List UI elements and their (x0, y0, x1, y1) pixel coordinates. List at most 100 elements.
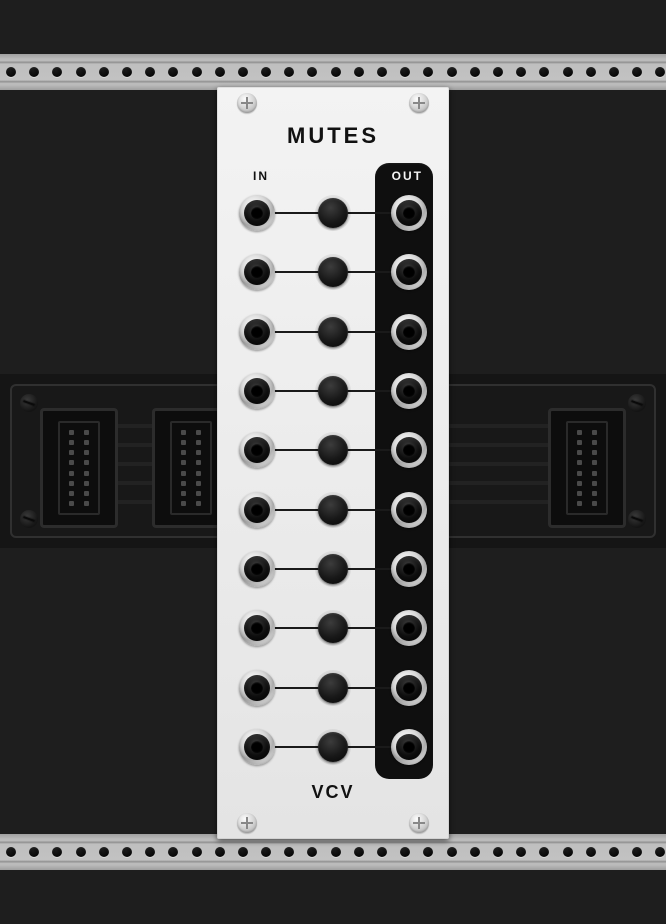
module-mutes[interactable]: MUTES VCV IN OUT (217, 87, 449, 839)
channel-row (239, 250, 427, 294)
input-jack[interactable] (239, 195, 275, 231)
rack-rail-top (0, 54, 666, 90)
rail-hole (284, 847, 294, 857)
rail-hole (29, 67, 39, 77)
bus-connector-left-1 (40, 408, 118, 528)
rail-hole (76, 67, 86, 77)
busboard-screw-icon (20, 510, 38, 528)
rack-rail-bottom (0, 834, 666, 870)
rail-hole (122, 67, 132, 77)
rail-hole (516, 847, 526, 857)
panel-screw-icon (409, 813, 429, 833)
rail-hole (6, 847, 16, 857)
rail-hole (377, 67, 387, 77)
rail-hole (539, 847, 549, 857)
output-jack[interactable] (391, 373, 427, 409)
rail-hole (284, 67, 294, 77)
rail-hole (447, 847, 457, 857)
rail-hole (261, 847, 271, 857)
rail-hole (563, 847, 573, 857)
input-jack[interactable] (239, 373, 275, 409)
input-jack[interactable] (239, 314, 275, 350)
channel-row (239, 428, 427, 472)
mute-button[interactable] (318, 732, 348, 762)
rail-hole (261, 67, 271, 77)
output-jack[interactable] (391, 195, 427, 231)
rail-hole (29, 847, 39, 857)
rail-hole (122, 847, 132, 857)
rail-hole (307, 847, 317, 857)
channel-row (239, 310, 427, 354)
input-jack[interactable] (239, 432, 275, 468)
input-jack[interactable] (239, 670, 275, 706)
rail-hole (609, 847, 619, 857)
rail-hole (470, 67, 480, 77)
rail-hole (192, 67, 202, 77)
channel-row (239, 606, 427, 650)
connector-pins (566, 421, 608, 515)
connector-pins (58, 421, 100, 515)
input-jack[interactable] (239, 254, 275, 290)
output-jack[interactable] (391, 610, 427, 646)
output-jack[interactable] (391, 254, 427, 290)
input-jack[interactable] (239, 551, 275, 587)
rail-hole (52, 847, 62, 857)
channel-row (239, 191, 427, 235)
rail-hole (539, 67, 549, 77)
channel-row (239, 488, 427, 532)
rail-hole (145, 847, 155, 857)
mute-button[interactable] (318, 673, 348, 703)
input-jack[interactable] (239, 729, 275, 765)
panel-screw-icon (237, 93, 257, 113)
rail-hole (168, 67, 178, 77)
rail-hole (447, 67, 457, 77)
mute-button[interactable] (318, 435, 348, 465)
rail-hole (586, 847, 596, 857)
output-jack[interactable] (391, 551, 427, 587)
busboard-screw-icon (628, 510, 646, 528)
rail-hole (52, 67, 62, 77)
rail-hole (307, 67, 317, 77)
input-jack[interactable] (239, 610, 275, 646)
output-jack[interactable] (391, 314, 427, 350)
rail-hole (168, 847, 178, 857)
label-in: IN (253, 169, 269, 183)
output-jack[interactable] (391, 432, 427, 468)
rail-hole (215, 847, 225, 857)
rail-hole (400, 67, 410, 77)
mute-button[interactable] (318, 198, 348, 228)
panel-screw-icon (237, 813, 257, 833)
mute-button[interactable] (318, 376, 348, 406)
rail-hole (238, 67, 248, 77)
rail-hole (377, 847, 387, 857)
mute-button[interactable] (318, 257, 348, 287)
mute-button[interactable] (318, 495, 348, 525)
rail-hole (470, 847, 480, 857)
rail-hole (76, 847, 86, 857)
rail-hole (563, 67, 573, 77)
channel-row (239, 369, 427, 413)
busboard-screw-icon (20, 394, 38, 412)
mute-button[interactable] (318, 317, 348, 347)
rail-hole (331, 847, 341, 857)
panel-screw-icon (409, 93, 429, 113)
input-jack[interactable] (239, 492, 275, 528)
connector-pins (170, 421, 212, 515)
module-title: MUTES (217, 123, 449, 149)
output-jack[interactable] (391, 729, 427, 765)
channel-rows (239, 191, 427, 769)
channel-row (239, 666, 427, 710)
rail-hole (609, 67, 619, 77)
mute-button[interactable] (318, 613, 348, 643)
rail-hole (192, 847, 202, 857)
rail-hole (331, 67, 341, 77)
rail-hole (655, 67, 665, 77)
rail-hole (238, 847, 248, 857)
mute-button[interactable] (318, 554, 348, 584)
output-jack[interactable] (391, 670, 427, 706)
rail-hole (516, 67, 526, 77)
output-jack[interactable] (391, 492, 427, 528)
rail-hole (632, 847, 642, 857)
rail-hole (493, 847, 503, 857)
channel-row (239, 547, 427, 591)
